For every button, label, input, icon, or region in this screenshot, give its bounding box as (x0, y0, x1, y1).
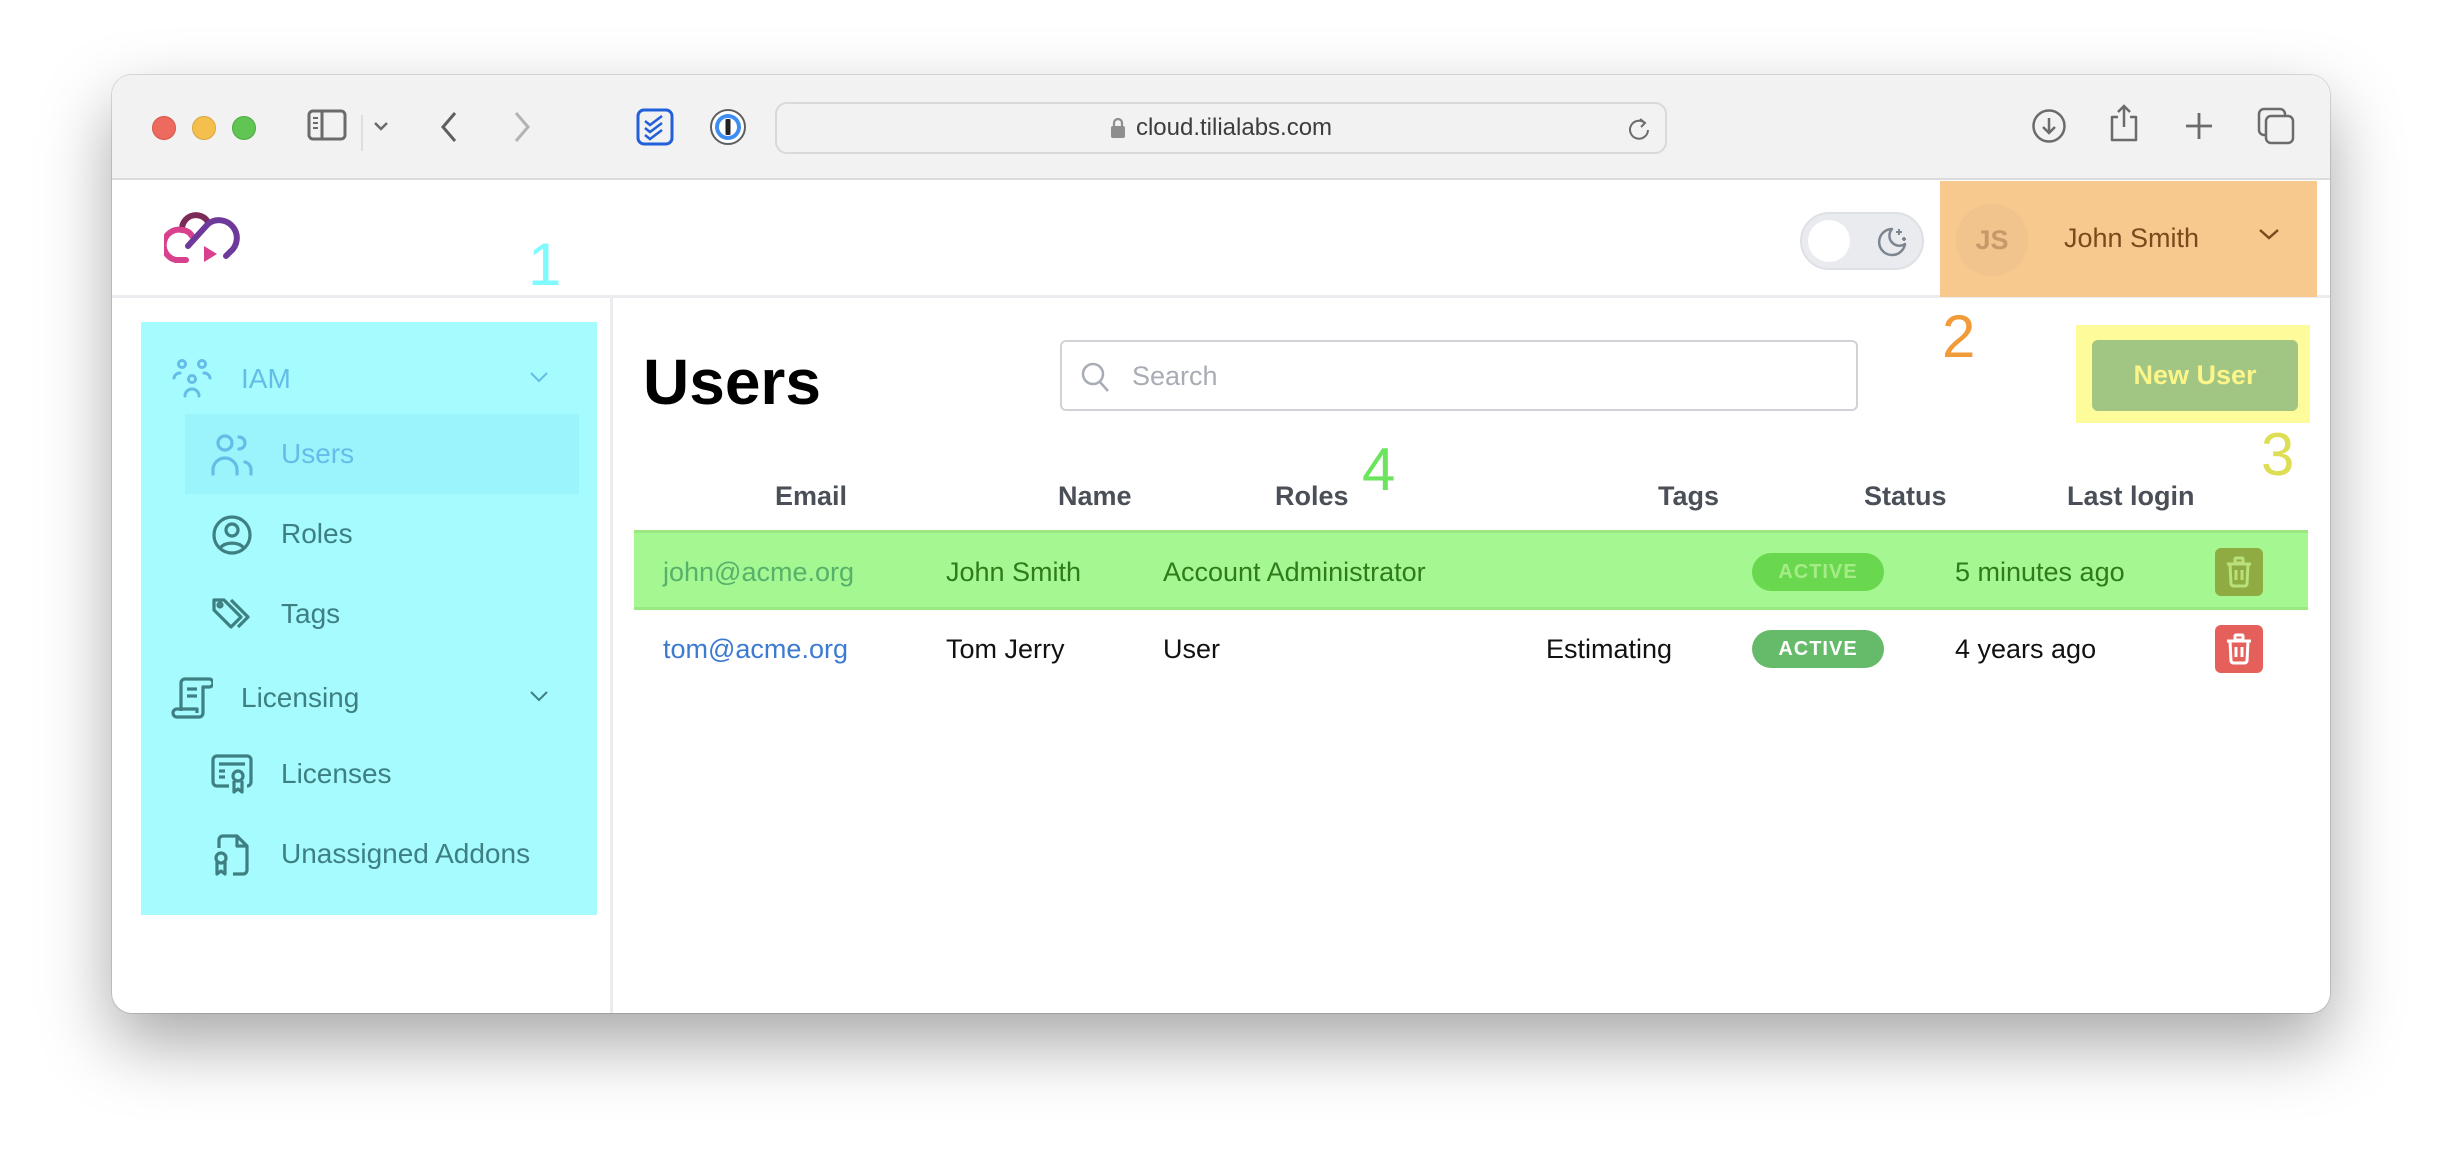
user-roles-cell: User (1163, 634, 1221, 664)
search-icon (1080, 361, 1112, 398)
column-header-last-login[interactable]: Last login (2067, 481, 2195, 512)
file-award-icon (211, 834, 253, 881)
user-email-link[interactable]: john@acme.org (663, 557, 854, 588)
sidebar-item-roles[interactable]: Roles (185, 494, 579, 574)
user-email-link[interactable]: tom@acme.org (663, 634, 848, 665)
window-maximize-button[interactable] (232, 116, 256, 140)
chevron-down-icon (529, 370, 549, 388)
chevron-down-icon (2258, 227, 2280, 246)
scroll-icon (171, 677, 215, 724)
trash-icon (2227, 556, 2251, 588)
table-header: Email Name Roles Tags Status Last login (634, 455, 2308, 530)
table-row[interactable]: tom@acme.org Tom Jerry User Estimating A… (634, 610, 2308, 690)
user-name-cell: Tom Jerry (946, 634, 1065, 664)
sidebar-item-label: Roles (281, 518, 353, 549)
user-tags-cell: Estimating (1546, 634, 1673, 664)
cloud-play-logo[interactable] (160, 210, 244, 273)
sidebar-item-unassigned-addons[interactable]: Unassigned Addons (185, 814, 579, 894)
tags-icon (211, 594, 253, 641)
sidebar: IAM Users Roles Tags Licensing Licenses … (141, 322, 597, 915)
search-field[interactable] (1060, 340, 1858, 411)
column-header-name[interactable]: Name (1058, 481, 1132, 512)
column-header-tags[interactable]: Tags (1658, 481, 1719, 512)
user-group-icon (171, 358, 213, 405)
theme-toggle[interactable] (1800, 212, 1924, 270)
user-name-cell: John Smith (946, 557, 1082, 587)
delete-user-button[interactable] (2215, 548, 2263, 596)
sidebar-item-label: Users (281, 438, 355, 469)
back-icon[interactable] (439, 111, 459, 143)
last-login-cell: 4 years ago (1955, 634, 2097, 664)
sidebar-divider (610, 298, 613, 1013)
sidebar-group-label: Licensing (241, 682, 360, 713)
search-input[interactable] (1132, 352, 1832, 400)
url-text: cloud.tilialabs.com (1135, 114, 1333, 141)
table-row[interactable]: john@acme.org John Smith Account Adminis… (634, 530, 2308, 610)
app-header: 1 JS John Smith (112, 180, 2330, 298)
new-user-button[interactable]: New User (2092, 340, 2298, 411)
user-name: John Smith (2064, 223, 2200, 253)
lock-icon (1110, 117, 1125, 138)
window-minimize-button[interactable] (192, 116, 216, 140)
browser-toolbar: cloud.tilialabs.com (112, 75, 2330, 180)
delete-user-button[interactable] (2215, 625, 2263, 673)
users-icon (211, 434, 253, 481)
certificate-icon (211, 754, 253, 801)
sidebar-item-label: Tags (281, 598, 341, 629)
share-icon[interactable] (2108, 103, 2140, 143)
user-roles-cell: Account Administrator (1163, 557, 1426, 587)
sidebar-item-label: Unassigned Addons (281, 838, 531, 869)
reload-icon[interactable] (1627, 116, 1651, 147)
browser-window: cloud.tilialabs.com 1 JS John Smith IAM … (112, 75, 2330, 1013)
tab-overview-icon[interactable] (2257, 107, 2295, 145)
users-table: Email Name Roles Tags Status Last login … (634, 455, 2308, 690)
download-icon[interactable] (2031, 108, 2067, 144)
moon-stars-icon (1874, 224, 1910, 265)
annotation-2: 2 (1942, 303, 1976, 370)
sidebar-item-users[interactable]: Users (185, 414, 579, 494)
onepassword-extension-icon[interactable] (709, 108, 747, 146)
chevron-down-icon[interactable] (373, 120, 389, 132)
new-user-highlight: New User (2076, 325, 2310, 423)
sidebar-group-label: IAM (241, 363, 291, 394)
todoist-extension-icon[interactable] (636, 108, 674, 146)
user-circle-icon (211, 514, 253, 561)
column-header-email[interactable]: Email (775, 481, 847, 512)
toolbar-separator (361, 115, 363, 151)
status-badge: ACTIVE (1752, 553, 1884, 591)
forward-icon[interactable] (512, 111, 532, 143)
page-title: Users (643, 346, 821, 418)
user-menu[interactable]: JS John Smith (1940, 181, 2317, 297)
status-badge: ACTIVE (1752, 630, 1884, 668)
toggle-knob (1808, 220, 1850, 262)
column-header-roles[interactable]: Roles (1275, 481, 1349, 512)
sidebar-toggle-icon[interactable] (307, 109, 347, 141)
annotation-1: 1 (528, 231, 562, 298)
sidebar-item-label: Licenses (281, 758, 392, 789)
chevron-down-icon (529, 689, 549, 707)
address-bar[interactable]: cloud.tilialabs.com (775, 102, 1667, 154)
last-login-cell: 5 minutes ago (1955, 557, 2125, 587)
new-tab-icon[interactable] (2184, 111, 2214, 141)
sidebar-item-licenses[interactable]: Licenses (185, 734, 579, 814)
avatar: JS (1956, 204, 2028, 276)
column-header-status[interactable]: Status (1864, 481, 1947, 512)
window-close-button[interactable] (152, 116, 176, 140)
trash-icon (2227, 633, 2251, 665)
sidebar-item-tags[interactable]: Tags (185, 574, 579, 654)
sidebar-group-iam[interactable]: IAM (141, 340, 597, 418)
sidebar-group-licensing[interactable]: Licensing (141, 659, 597, 737)
